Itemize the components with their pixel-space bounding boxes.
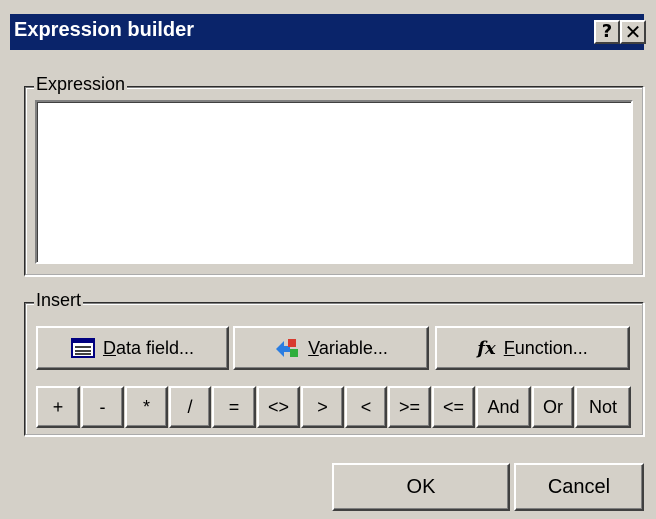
variable-label: Variable...: [308, 337, 388, 358]
close-icon: ✕: [624, 20, 642, 44]
data-field-label: Data field...: [102, 337, 195, 358]
expression-group-label: Expression: [34, 74, 128, 94]
operator-not-button[interactable]: Not: [575, 386, 631, 428]
cancel-button[interactable]: Cancel: [514, 463, 644, 511]
variable-icon: [274, 337, 300, 359]
close-button[interactable]: ✕: [620, 20, 646, 44]
operator-greater-button[interactable]: >: [301, 386, 344, 428]
function-fx-icon: fx: [477, 337, 496, 359]
expression-input[interactable]: [35, 100, 633, 264]
operator-not-equal-button[interactable]: <>: [257, 386, 300, 428]
operator-greater-equal-button[interactable]: >=: [388, 386, 431, 428]
operator-equals-button[interactable]: =: [212, 386, 256, 428]
variable-button[interactable]: Variable...: [233, 326, 429, 370]
window-title: Expression builder: [14, 19, 195, 41]
data-field-button[interactable]: Data field...: [36, 326, 229, 370]
help-icon: ?: [601, 21, 613, 42]
operator-and-button[interactable]: And: [476, 386, 531, 428]
title-bar[interactable]: Expression builder ? ✕: [10, 14, 646, 50]
operator-divide-button[interactable]: /: [169, 386, 211, 428]
operator-or-button[interactable]: Or: [532, 386, 574, 428]
function-button[interactable]: fx Function...: [435, 326, 630, 370]
function-label: Function...: [503, 337, 588, 358]
operator-minus-button[interactable]: -: [81, 386, 124, 428]
ok-button[interactable]: OK: [332, 463, 510, 511]
operator-less-equal-button[interactable]: <=: [432, 386, 475, 428]
operator-less-button[interactable]: <: [345, 386, 387, 428]
operator-plus-button[interactable]: +: [36, 386, 80, 428]
help-button[interactable]: ?: [594, 20, 620, 44]
insert-group-label: Insert: [34, 290, 84, 310]
operator-multiply-button[interactable]: *: [125, 386, 168, 428]
expression-builder-dialog: Expression builder ? ✕ Expression Insert…: [0, 0, 656, 519]
table-icon: [70, 338, 95, 358]
